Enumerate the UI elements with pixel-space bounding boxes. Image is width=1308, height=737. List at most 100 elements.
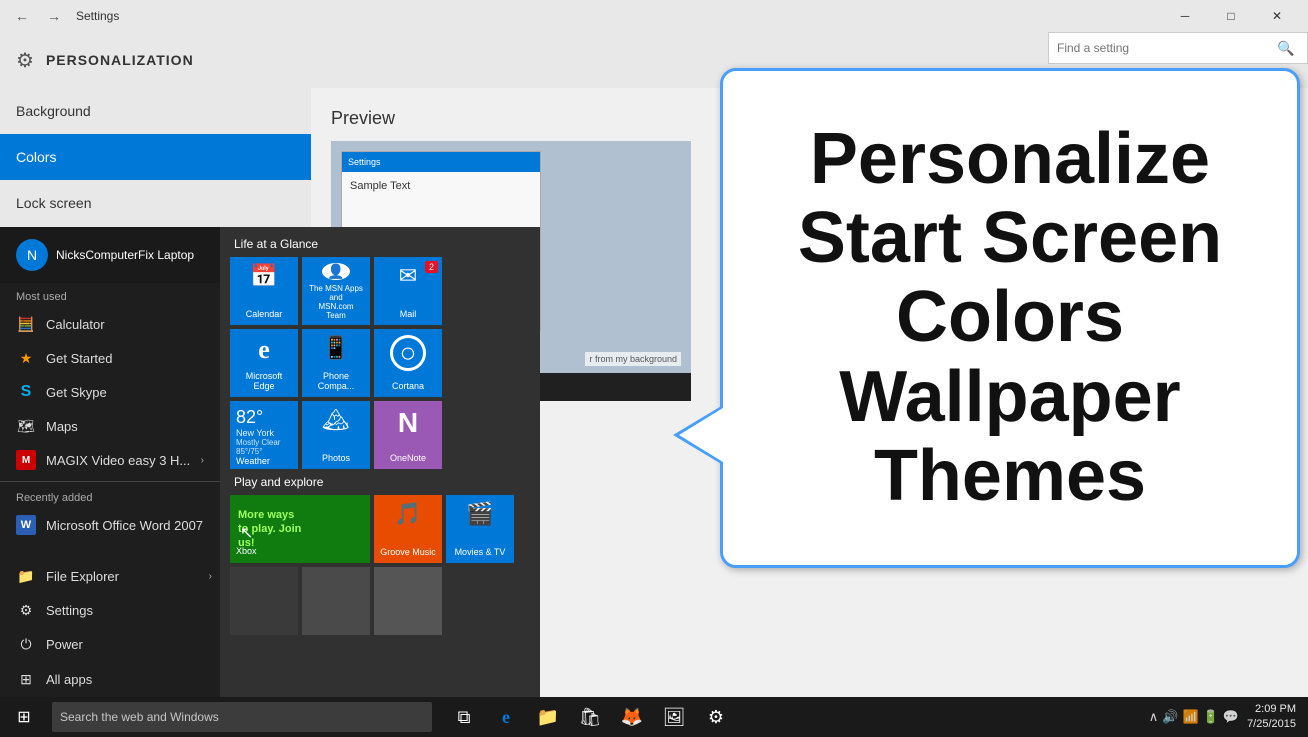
file-explorer-icon: 📁 xyxy=(16,566,36,586)
xbox-label: Xbox xyxy=(236,546,257,557)
groove-tile-icon: 🎵 xyxy=(394,501,421,527)
sidebar-item-lockscreen[interactable]: Lock screen xyxy=(0,180,311,226)
tile-phone[interactable]: 📱 Phone Compa... xyxy=(302,329,370,397)
taskbar-clock[interactable]: 2:09 PM 7/25/2015 xyxy=(1243,702,1300,733)
start-power[interactable]: ⏻ Power xyxy=(0,627,220,661)
weather-desc: Mostly Clear xyxy=(236,438,280,447)
tile-edge[interactable]: e Microsoft Edge xyxy=(230,329,298,397)
edge-tile-icon: e xyxy=(258,335,270,365)
taskbar-explorer-icon[interactable]: 📁 xyxy=(528,697,568,737)
tile-calendar[interactable]: 📅 Calendar xyxy=(230,257,298,325)
taskbar-settings-taskbar-icon[interactable]: ⚙ xyxy=(696,697,736,737)
taskbar-firefox-icon[interactable]: 🦊 xyxy=(612,697,652,737)
tile-dark-2[interactable] xyxy=(302,567,370,635)
start-all-apps[interactable]: ⊞ All apps xyxy=(0,661,220,697)
window-controls: ─ □ ✕ xyxy=(1162,0,1300,32)
msn-icon: 👤 xyxy=(322,263,350,280)
titlebar-nav: ← → xyxy=(8,2,68,30)
titlebar-left: ← → Settings xyxy=(8,2,119,30)
tile-xbox[interactable]: More waysto play. Joinus! Xbox ↖ xyxy=(230,495,370,563)
start-logo-icon: ⊞ xyxy=(17,707,30,727)
most-used-label: Most used xyxy=(0,283,220,307)
tile-dark-3[interactable] xyxy=(374,567,442,635)
tiles-row-dark xyxy=(230,567,530,635)
settings-header: ⚙ PERSONALIZATION xyxy=(0,32,311,88)
tile-dark-1[interactable] xyxy=(230,567,298,635)
system-tray-icons: ∧ 🔊 📶 🔋 💬 xyxy=(1149,709,1239,725)
taskbar-photos-icon[interactable]: 🖼 xyxy=(654,697,694,737)
forward-button[interactable]: → xyxy=(40,2,68,30)
titlebar: ← → Settings ─ □ ✕ xyxy=(0,0,1308,32)
cortana-tile-icon: ○ xyxy=(390,335,426,371)
tile-photos[interactable]: 🏔 Photos xyxy=(302,401,370,469)
settings-title: PERSONALIZATION xyxy=(46,52,194,68)
start-app-word[interactable]: W Microsoft Office Word 2007 xyxy=(0,508,220,542)
taskbar-search-placeholder: Search the web and Windows xyxy=(60,710,219,724)
tile-weather[interactable]: 82° New York Mostly Clear 85°/75° Weathe… xyxy=(230,401,298,469)
search-icon: 🔍 xyxy=(1269,40,1302,57)
start-menu-tiles: Life at a Glance 📅 Calendar 👤 The MSN Ap… xyxy=(220,227,540,697)
top-search-input[interactable] xyxy=(1049,41,1269,55)
start-app-calculator[interactable]: 🧮 Calculator xyxy=(0,307,220,341)
sidebar-item-colors[interactable]: Colors xyxy=(0,134,311,180)
minimize-button[interactable]: ─ xyxy=(1162,0,1208,32)
clock-time: 2:09 PM xyxy=(1247,702,1296,717)
phone-tile-icon: 📱 xyxy=(322,335,349,361)
start-settings[interactable]: ⚙ Settings xyxy=(0,593,220,627)
getstarted-icon: ★ xyxy=(16,348,36,368)
volume-icon[interactable]: 🔊 xyxy=(1162,709,1178,725)
user-name: NicksComputerFix Laptop xyxy=(56,248,194,262)
battery-icon[interactable]: 🔋 xyxy=(1203,709,1219,725)
tile-msn[interactable]: 👤 The MSN Apps andMSN.com Team xyxy=(302,257,370,325)
taskbar-task-view[interactable]: ⧉ xyxy=(444,697,484,737)
taskbar-edge-icon[interactable]: e xyxy=(486,697,526,737)
tile-mail[interactable]: ✉ 2 Mail xyxy=(374,257,442,325)
all-apps-icon: ⊞ xyxy=(16,669,36,689)
taskbar: ⊞ Search the web and Windows ⧉ e 📁 🛍 🦊 🖼… xyxy=(0,697,1308,737)
taskbar-right: ∧ 🔊 📶 🔋 💬 2:09 PM 7/25/2015 xyxy=(1141,702,1308,733)
taskbar-app-icons: ⧉ e 📁 🛍 🦊 🖼 ⚙ xyxy=(444,697,736,737)
start-app-skype[interactable]: S Get Skype xyxy=(0,375,220,409)
tiles-row-1: 📅 Calendar 👤 The MSN Apps andMSN.com Tea… xyxy=(230,257,530,325)
tile-movies[interactable]: 🎬 Movies & TV xyxy=(446,495,514,563)
start-button[interactable]: ⊞ xyxy=(0,697,48,737)
start-app-magix[interactable]: M MAGIX Video easy 3 H... › xyxy=(0,443,220,477)
tile-cortana[interactable]: ○ Cortana xyxy=(374,329,442,397)
clock-date: 7/25/2015 xyxy=(1247,717,1296,732)
word-icon: W xyxy=(16,515,36,535)
play-explore-label: Play and explore xyxy=(230,475,530,489)
preview-sample-text: Sample Text xyxy=(342,172,540,200)
network-icon[interactable]: 📶 xyxy=(1183,709,1199,725)
preview-window-title: Settings xyxy=(342,152,540,172)
taskbar-search-bar[interactable]: Search the web and Windows xyxy=(52,702,432,732)
tile-onenote[interactable]: N OneNote xyxy=(374,401,442,469)
photos-tile-icon: 🏔 xyxy=(322,407,350,433)
start-file-explorer[interactable]: 📁 File Explorer › xyxy=(0,559,220,593)
close-button[interactable]: ✕ xyxy=(1254,0,1300,32)
settings-icon: ⚙ xyxy=(16,600,36,620)
start-menu: N NicksComputerFix Laptop Most used 🧮 Ca… xyxy=(0,227,540,697)
magix-icon: M xyxy=(16,450,36,470)
start-app-getstarted[interactable]: ★ Get Started xyxy=(0,341,220,375)
cursor-arrow-icon: ↖ xyxy=(240,523,253,543)
tile-groove[interactable]: 🎵 Groove Music xyxy=(374,495,442,563)
start-app-maps[interactable]: 🗺 Maps xyxy=(0,409,220,443)
movies-tile-icon: 🎬 xyxy=(466,501,493,527)
life-at-glance-label: Life at a Glance xyxy=(230,237,530,251)
calendar-tile-icon: 📅 xyxy=(250,263,277,289)
sidebar-item-background[interactable]: Background xyxy=(0,88,311,134)
top-search-bar[interactable]: 🔍 xyxy=(1048,32,1308,64)
chevron-up-icon[interactable]: ∧ xyxy=(1149,709,1159,725)
taskbar-store-icon[interactable]: 🛍 xyxy=(570,697,610,737)
annotation-text: Personalize Start Screen Colors Wallpape… xyxy=(798,120,1222,516)
weather-range: 85°/75° xyxy=(236,447,262,456)
tiles-row-3: 82° New York Mostly Clear 85°/75° Weathe… xyxy=(230,401,530,469)
mail-badge: 2 xyxy=(425,261,438,273)
start-menu-left: N NicksComputerFix Laptop Most used 🧮 Ca… xyxy=(0,227,220,697)
message-icon[interactable]: 💬 xyxy=(1223,709,1239,725)
tiles-row-2: e Microsoft Edge 📱 Phone Compa... ○ Cort… xyxy=(230,329,530,397)
power-icon: ⏻ xyxy=(16,634,36,654)
tiles-row-4: More waysto play. Joinus! Xbox ↖ 🎵 Groov… xyxy=(230,495,530,563)
back-button[interactable]: ← xyxy=(8,2,36,30)
maximize-button[interactable]: □ xyxy=(1208,0,1254,32)
